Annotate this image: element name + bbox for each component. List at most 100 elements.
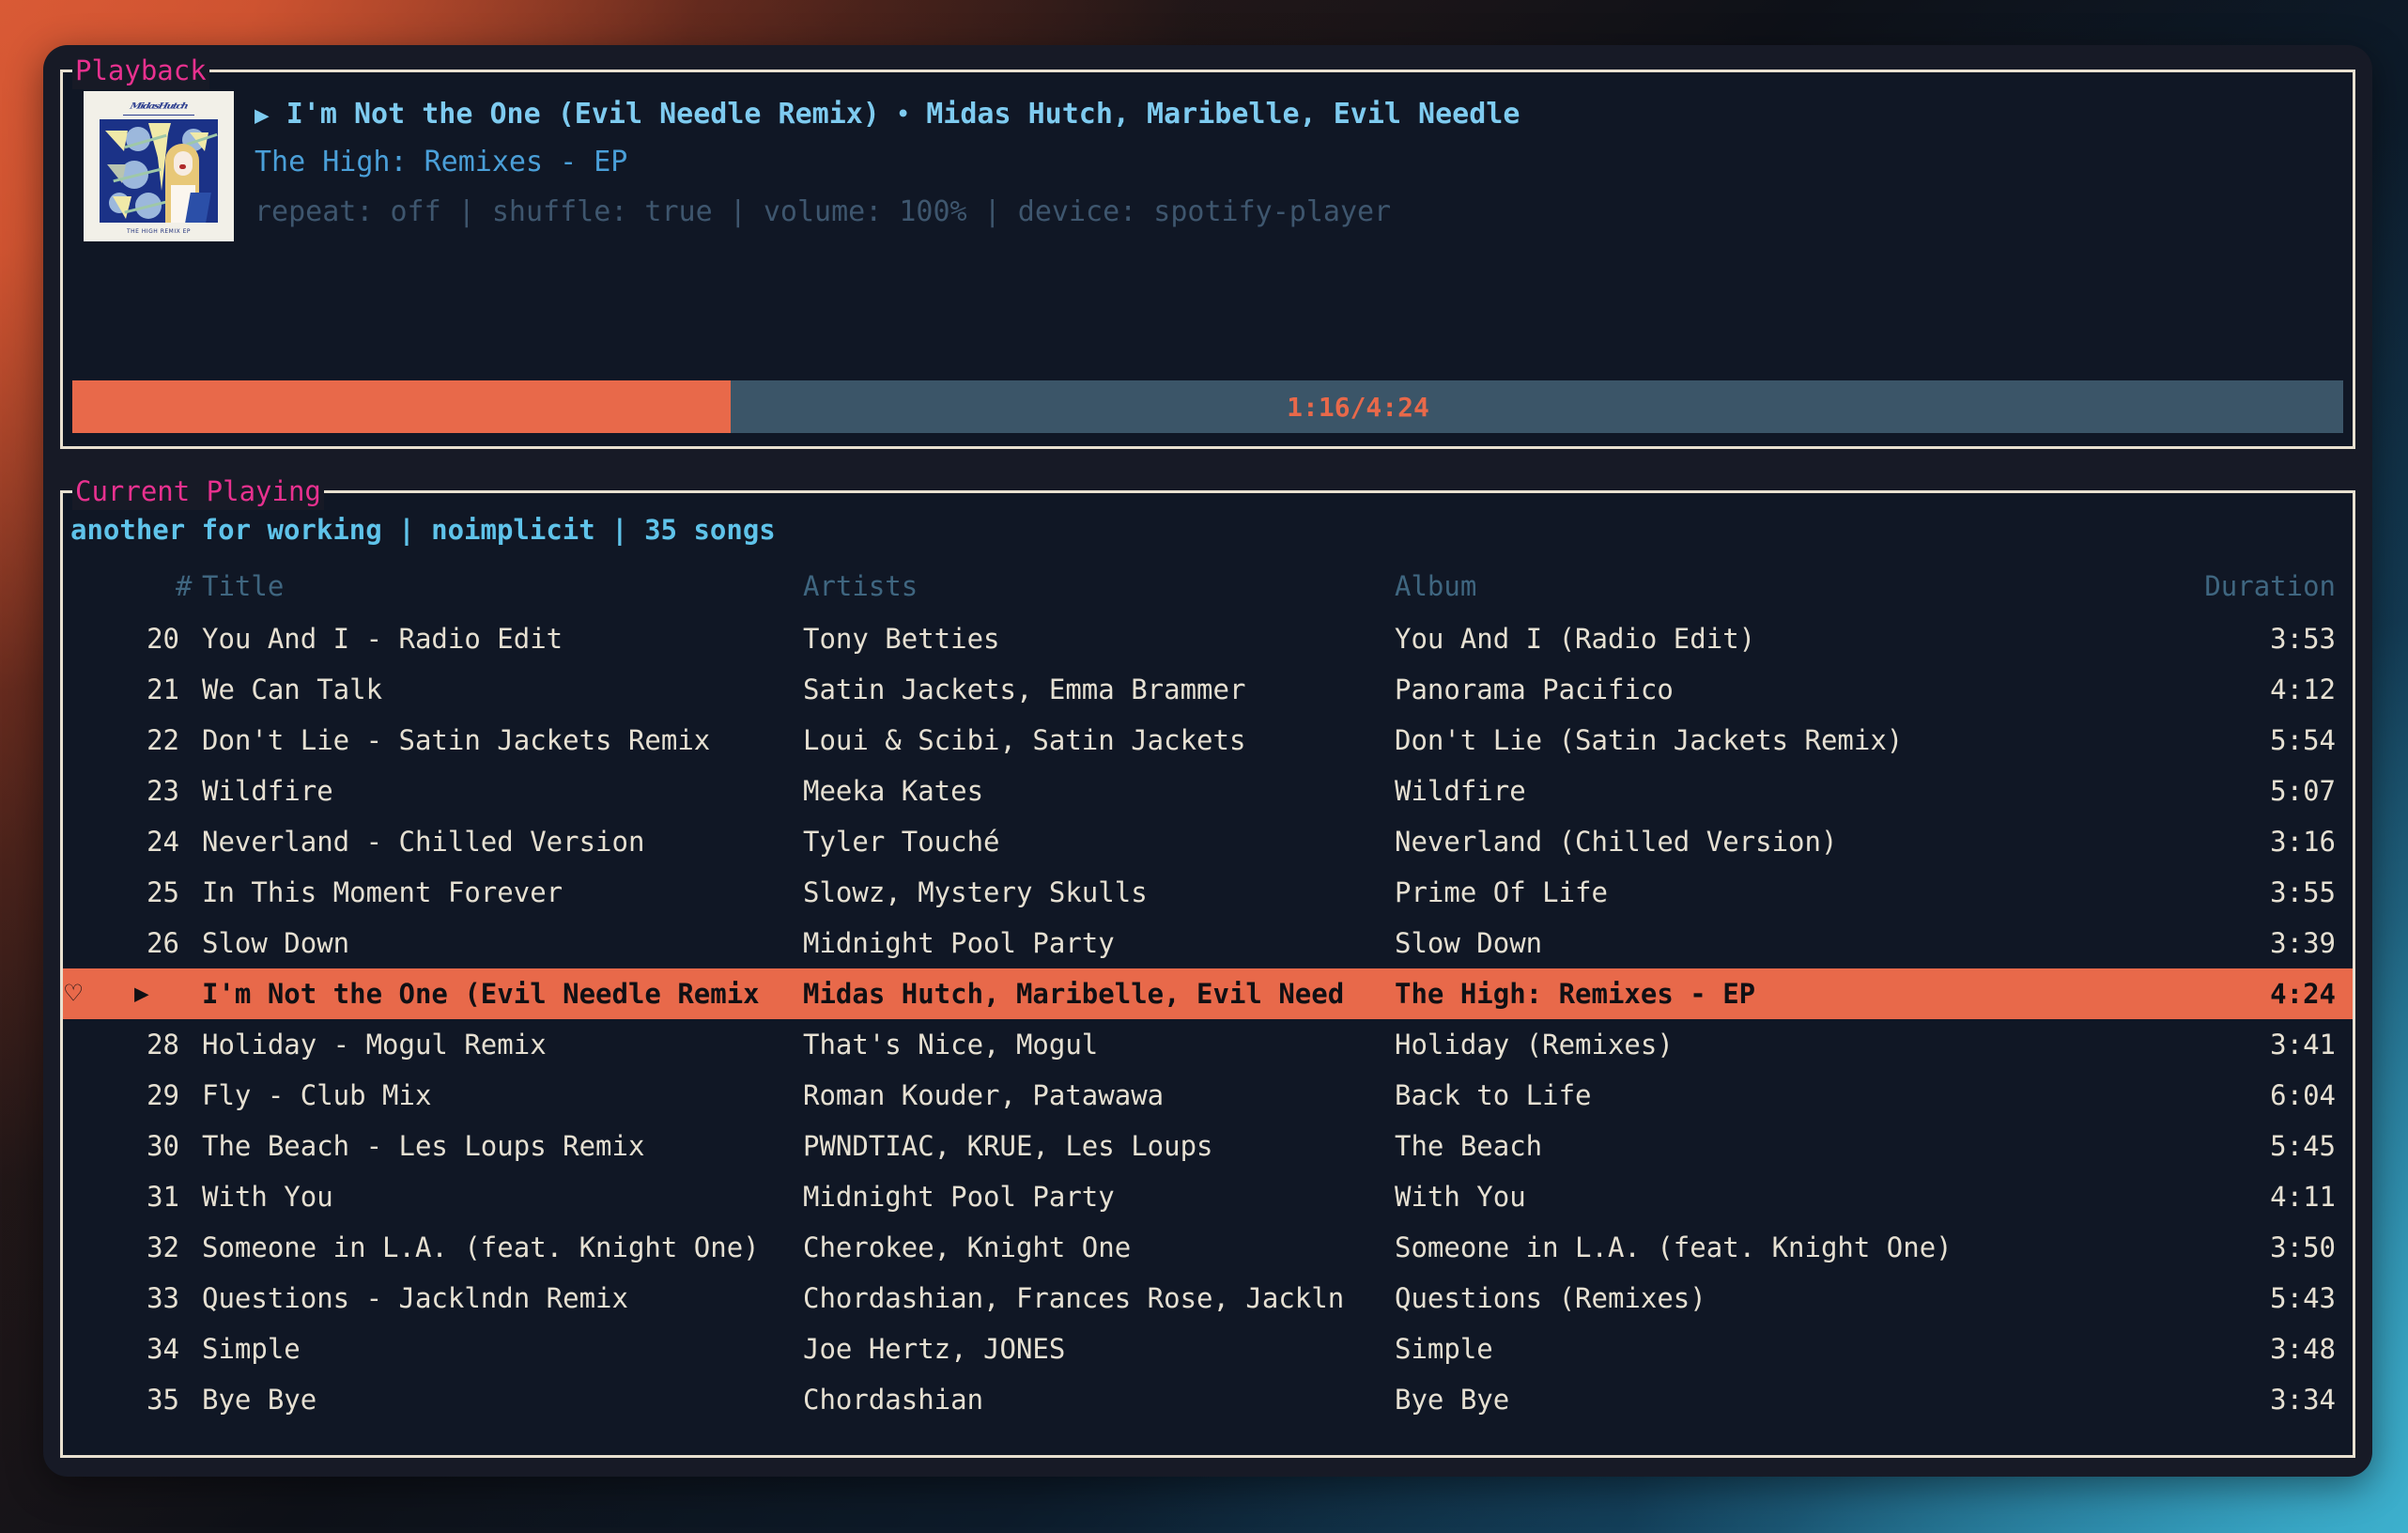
row-title: With You	[202, 1181, 333, 1213]
track-table-body: 20 You And I - Radio Edit Tony Betties You …	[63, 613, 2353, 1425]
row-duration: 3:39	[2270, 927, 2336, 959]
row-number: 28	[147, 1029, 179, 1061]
table-row[interactable]: 24 Neverland - Chilled Version Tyler Touch…	[63, 816, 2353, 867]
table-row[interactable]: 20 You And I - Radio Edit Tony Betties You …	[63, 613, 2353, 664]
play-icon: ▶	[134, 980, 149, 1008]
table-row[interactable]: 22 Don't Lie - Satin Jackets Remix Loui & …	[63, 715, 2353, 766]
row-duration: 3:48	[2270, 1333, 2336, 1365]
row-duration: 3:34	[2270, 1384, 2336, 1416]
row-title: Wildfire	[202, 775, 333, 807]
album-art-caption: THE HIGH REMIX EP	[126, 228, 192, 235]
row-artists: Loui & Scibi, Satin Jackets	[803, 724, 1246, 756]
column-header-duration[interactable]: Duration	[2108, 570, 2353, 613]
row-duration: 4:24	[2108, 968, 2353, 1019]
table-row[interactable]: 23 Wildfire Meeka Kates Wildfire 5:07	[63, 766, 2353, 816]
play-icon: ▶	[255, 101, 270, 130]
row-duration: 3:41	[2270, 1029, 2336, 1061]
now-playing-line: ▶ I'm Not the One (Evil Needle Remix) • …	[255, 93, 2332, 137]
row-duration: 5:07	[2270, 775, 2336, 807]
row-number: 35	[147, 1384, 179, 1416]
row-artists: Meeka Kates	[803, 775, 984, 807]
row-album: Panorama Pacifico	[1395, 674, 1674, 705]
row-album: Holiday (Remixes)	[1395, 1029, 1674, 1061]
row-album: Slow Down	[1395, 927, 1543, 959]
row-title: Someone in L.A. (feat. Knight One)	[202, 1231, 760, 1263]
row-artists: PWNDTIAC, KRUE, Les Loups	[803, 1130, 1213, 1162]
table-row[interactable]: 33 Questions - Jacklndn Remix Chordashian,…	[63, 1273, 2353, 1324]
table-row[interactable]: 30 The Beach - Les Loups Remix PWNDTIAC, K…	[63, 1121, 2353, 1171]
table-header-row: # Title Artists Album Duration	[63, 570, 2353, 613]
row-artists: Roman Kouder, Patawawa	[803, 1079, 1165, 1111]
row-album: Someone in L.A. (feat. Knight One)	[1395, 1231, 1953, 1263]
table-row[interactable]: 34 Simple Joe Hertz, JONES Simple 3:48	[63, 1324, 2353, 1374]
row-title: We Can Talk	[202, 674, 383, 705]
row-artists: Tony Betties	[803, 623, 1000, 655]
row-album: Neverland (Chilled Version)	[1395, 826, 1838, 858]
row-album: You And I (Radio Edit)	[1395, 623, 1756, 655]
row-title: I'm Not the One (Evil Needle Remix	[202, 968, 803, 1019]
table-row[interactable]: 25 In This Moment Forever Slowz, Mystery S…	[63, 867, 2353, 918]
table-row[interactable]: 28 Holiday - Mogul Remix That's Nice, Mogu…	[63, 1019, 2353, 1070]
row-artists: Midnight Pool Party	[803, 927, 1115, 959]
bullet-separator-icon: •	[896, 102, 910, 127]
now-playing-artists: Midas Hutch, Maribelle, Evil Needle	[926, 98, 1520, 131]
row-title: In This Moment Forever	[202, 876, 563, 908]
column-header-title[interactable]: Title	[202, 570, 803, 613]
row-number: 25	[147, 876, 179, 908]
row-artists: That's Nice, Mogul	[803, 1029, 1099, 1061]
row-duration: 3:50	[2270, 1231, 2336, 1263]
row-duration: 5:54	[2270, 724, 2336, 756]
album-art-logo-underline	[123, 115, 194, 116]
row-title: Slow Down	[202, 927, 350, 959]
row-number: 23	[147, 775, 179, 807]
row-artists: Slowz, Mystery Skulls	[803, 876, 1148, 908]
playback-content: MidasHutch THE HIGH REMIX EP ▶ I'm Not t…	[63, 72, 2353, 364]
table-row[interactable]: 29 Fly - Club Mix Roman Kouder, Patawawa Ba…	[63, 1070, 2353, 1121]
row-duration: 5:43	[2270, 1282, 2336, 1314]
table-row[interactable]: ♡ ▶ I'm Not the One (Evil Needle Remix Mida…	[63, 968, 2353, 1019]
row-artists: Satin Jackets, Emma Brammer	[803, 674, 1246, 705]
row-duration: 3:55	[2270, 876, 2336, 908]
now-playing-title: I'm Not the One (Evil Needle Remix)	[286, 98, 880, 131]
row-number: 22	[147, 724, 179, 756]
row-title: Fly - Club Mix	[202, 1079, 432, 1111]
row-artists: Joe Hertz, JONES	[803, 1333, 1066, 1365]
progress-bar[interactable]: 1:16/4:24	[72, 380, 2343, 433]
row-album: The Beach	[1395, 1130, 1543, 1162]
row-title: Bye Bye	[202, 1384, 317, 1416]
playlist-panel: Current Playing another for working | no…	[60, 472, 2355, 1458]
row-album: Questions (Remixes)	[1395, 1282, 1706, 1314]
table-row[interactable]: 26 Slow Down Midnight Pool Party Slow Down 3…	[63, 918, 2353, 968]
app-window: Playback MidasHutch THE HIGH REMIX EP ▶ …	[43, 45, 2372, 1477]
row-number: 33	[147, 1282, 179, 1314]
table-row[interactable]: 21 We Can Talk Satin Jackets, Emma Brammer…	[63, 664, 2353, 715]
column-header-album[interactable]: Album	[1395, 570, 2108, 613]
row-album: Back to Life	[1395, 1079, 1592, 1111]
heart-icon[interactable]: ♡	[65, 978, 82, 1011]
row-title: Neverland - Chilled Version	[202, 826, 645, 858]
row-artists: Tyler Touché	[803, 826, 1000, 858]
row-artists: Chordashian	[803, 1384, 984, 1416]
row-now-playing-indicator: ♡ ▶	[63, 968, 202, 1019]
row-album: Wildfire	[1395, 775, 1526, 807]
row-duration: 6:04	[2270, 1079, 2336, 1111]
row-title: Questions - Jacklndn Remix	[202, 1282, 628, 1314]
row-artists: Chordashian, Frances Rose, Jackln	[803, 1282, 1345, 1314]
row-title: Simple	[202, 1333, 301, 1365]
table-row[interactable]: 31 With You Midnight Pool Party With You 4:1…	[63, 1171, 2353, 1222]
row-album: Simple	[1395, 1333, 1493, 1365]
column-header-number[interactable]: #	[63, 570, 202, 613]
row-duration: 5:45	[2270, 1130, 2336, 1162]
playlist-meta-line: another for working | noimplicit | 35 so…	[70, 514, 776, 546]
table-row[interactable]: 35 Bye Bye Chordashian Bye Bye 3:34	[63, 1374, 2353, 1425]
table-row[interactable]: 32 Someone in L.A. (feat. Knight One) Cher…	[63, 1222, 2353, 1273]
progress-bar-fill	[72, 380, 732, 433]
row-title: Holiday - Mogul Remix	[202, 1029, 547, 1061]
row-number: 30	[147, 1130, 179, 1162]
row-duration: 3:53	[2270, 623, 2336, 655]
album-art-illustration	[100, 119, 218, 223]
row-artists: Midas Hutch, Maribelle, Evil Need	[803, 968, 1395, 1019]
row-album: Don't Lie (Satin Jackets Remix)	[1395, 724, 1904, 756]
column-header-artists[interactable]: Artists	[803, 570, 1395, 613]
row-title: Don't Lie - Satin Jackets Remix	[202, 724, 711, 756]
